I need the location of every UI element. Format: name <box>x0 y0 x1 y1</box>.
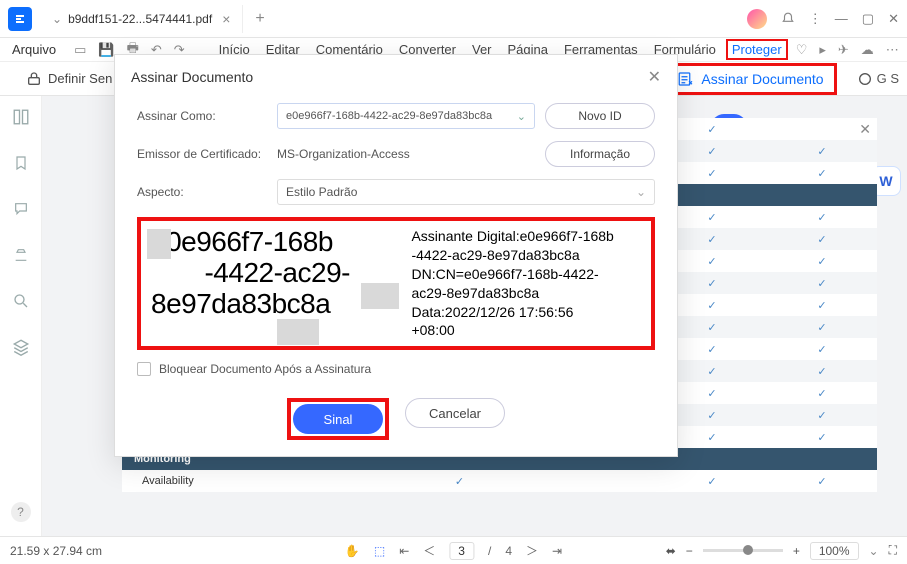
page-current[interactable]: 3 <box>449 542 474 560</box>
sign-document-dialog: Assinar Documento ✕ Assinar Como: e0e966… <box>114 54 678 457</box>
fit-width-icon[interactable]: ⬌ <box>666 544 676 558</box>
cancel-button[interactable]: Cancelar <box>405 398 505 428</box>
cloud-icon[interactable]: ☁ <box>857 42 878 58</box>
document-tab[interactable]: ⌄ b9ddf151-22...5474441.pdf × <box>40 5 243 33</box>
page-total: 4 <box>505 544 512 558</box>
assinar-documento-button[interactable]: Assinar Documento <box>664 63 836 95</box>
search-icon[interactable] <box>10 290 32 312</box>
sign-as-value: e0e966f7-168b-4422-ac29-8e97da83bc8a <box>286 110 492 122</box>
signature-preview: e0e966f7-168b -4422-ac29- 8e97da83bc8a A… <box>137 217 655 350</box>
next-page-icon[interactable]: ＞ <box>526 542 538 559</box>
menu-arquivo[interactable]: Arquivo <box>6 40 62 59</box>
sign-as-label: Assinar Como: <box>137 109 267 123</box>
chevron-down-icon: ⌄ <box>52 12 62 26</box>
bell-icon[interactable] <box>781 12 795 26</box>
new-tab-button[interactable]: + <box>243 10 276 28</box>
zoom-out-icon[interactable]: − <box>686 544 693 558</box>
hand-tool-icon[interactable]: ✋ <box>345 544 360 558</box>
avatar[interactable] <box>747 9 767 29</box>
dialog-title: Assinar Documento <box>131 69 253 85</box>
page-sep: / <box>488 544 491 558</box>
menu-proteger[interactable]: Proteger <box>726 39 788 60</box>
thumbnails-icon[interactable] <box>10 106 32 128</box>
first-page-icon[interactable]: ⇤ <box>399 544 409 558</box>
info-button[interactable]: Informação <box>545 141 655 167</box>
aspect-value: Estilo Padrão <box>286 185 357 199</box>
last-page-icon[interactable]: ⇥ <box>552 544 562 558</box>
tab-title: b9ddf151-22...5474441.pdf <box>68 12 212 26</box>
select-tool-icon[interactable]: ⬚ <box>374 544 385 558</box>
assinar-label: Assinar Documento <box>701 71 823 87</box>
titlebar: ⌄ b9ddf151-22...5474441.pdf × + ⋮ — ▢ ✕ <box>0 0 907 38</box>
definir-label: Definir Sen <box>48 71 112 86</box>
bulb-icon[interactable]: ♡ <box>792 42 812 58</box>
minimize-icon[interactable]: — <box>835 11 848 26</box>
zoom-slider[interactable] <box>703 549 783 552</box>
help-icon[interactable]: ? <box>11 502 31 522</box>
row-availability: Availability <box>122 475 262 487</box>
layers-icon[interactable] <box>10 336 32 358</box>
attachment-icon[interactable] <box>10 244 32 266</box>
app-logo <box>8 7 32 31</box>
left-sidebar: ? <box>0 96 42 536</box>
prev-page-icon[interactable]: ＜ <box>423 542 435 559</box>
preview-details: Assinante Digital:e0e966f7-168b -4422-ac… <box>411 227 641 340</box>
chevron-icon[interactable]: ▸ <box>815 42 830 58</box>
sign-as-select[interactable]: e0e966f7-168b-4422-ac29-8e97da83bc8a ⌄ <box>277 103 535 129</box>
chevron-down-icon: ⌄ <box>636 185 646 199</box>
zoom-in-icon[interactable]: + <box>793 544 800 558</box>
bookmark-icon[interactable] <box>10 152 32 174</box>
caret-icon[interactable]: ⌄ <box>869 544 879 558</box>
zoom-value[interactable]: 100% <box>810 542 859 560</box>
kebab-icon[interactable]: ⋮ <box>809 11 821 27</box>
gs-button[interactable]: G S <box>857 71 899 87</box>
aspect-label: Aspecto: <box>137 185 267 199</box>
open-icon[interactable]: ▭ <box>70 42 90 58</box>
page-dimensions: 21.59 x 27.94 cm <box>10 544 102 558</box>
share-icon[interactable]: ✈ <box>834 42 853 58</box>
close-tab-icon[interactable]: × <box>222 11 230 27</box>
novo-id-button[interactable]: Novo ID <box>545 103 655 129</box>
issuer-label: Emissor de Certificado: <box>137 147 267 161</box>
chevron-down-icon: ⌄ <box>517 110 526 123</box>
status-bar: 21.59 x 27.94 cm ✋ ⬚ ⇤ ＜ 3 / 4 ＞ ⇥ ⬌ − +… <box>0 536 907 564</box>
close-window-icon[interactable]: ✕ <box>888 11 899 27</box>
fullscreen-icon[interactable]: ⛶ <box>889 543 897 558</box>
definir-senha-button[interactable]: Definir Sen <box>26 71 112 87</box>
sign-button[interactable]: Sinal <box>293 404 383 434</box>
lock-checkbox[interactable] <box>137 362 151 376</box>
dialog-close-icon[interactable]: ✕ <box>648 67 661 87</box>
lock-label: Bloquear Documento Após a Assinatura <box>159 362 371 376</box>
more-icon[interactable]: ⋯ <box>882 42 903 58</box>
maximize-icon[interactable]: ▢ <box>862 11 874 27</box>
gs-label: G S <box>877 71 899 86</box>
comment-icon[interactable] <box>10 198 32 220</box>
issuer-value: MS-Organization-Access <box>277 147 535 161</box>
aspect-select[interactable]: Estilo Padrão ⌄ <box>277 179 655 205</box>
